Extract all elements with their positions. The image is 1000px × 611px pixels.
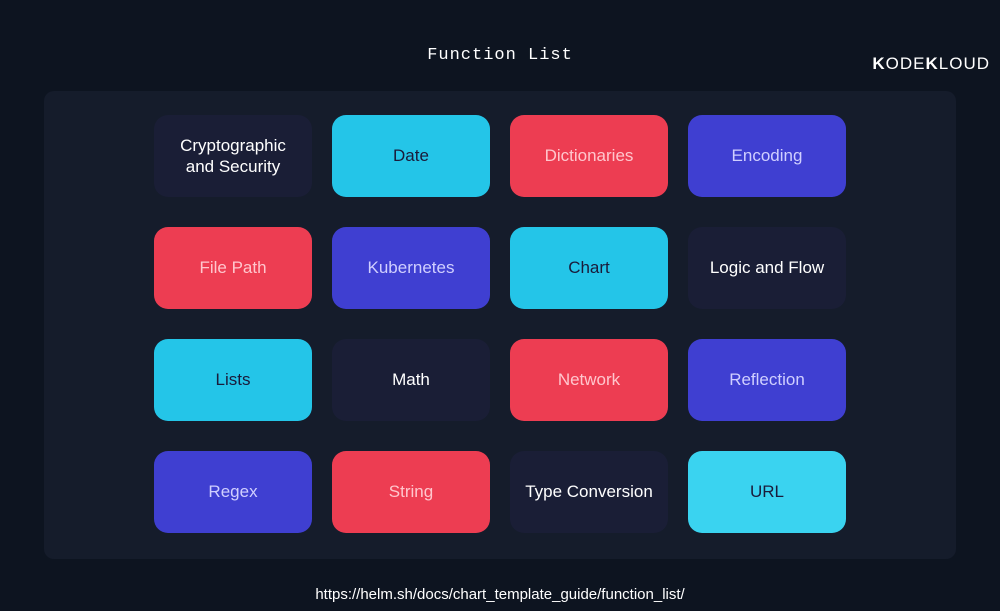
tile-label: Math <box>392 369 430 390</box>
tile-type-conversion[interactable]: Type Conversion <box>510 451 668 533</box>
brand-logo: KODEKLOUD <box>872 54 990 74</box>
tile-string[interactable]: String <box>332 451 490 533</box>
tile-label: Reflection <box>729 369 805 390</box>
tile-label: Dictionaries <box>545 145 634 166</box>
tile-label: URL <box>750 481 784 502</box>
footer-url: https://helm.sh/docs/chart_template_guid… <box>0 586 1000 603</box>
tiles-grid: Cryptographic and Security Date Dictionari… <box>154 115 846 533</box>
tile-label: Type Conversion <box>525 481 653 502</box>
tile-date[interactable]: Date <box>332 115 490 197</box>
tile-label: Logic and Flow <box>710 257 824 278</box>
tile-label: String <box>389 481 433 502</box>
tile-label: Lists <box>216 369 251 390</box>
tile-label: Cryptographic and Security <box>164 135 302 178</box>
tile-label: Regex <box>208 481 257 502</box>
tile-reflection[interactable]: Reflection <box>688 339 846 421</box>
tile-logic-and-flow[interactable]: Logic and Flow <box>688 227 846 309</box>
brand-text-part2: LOUD <box>939 54 990 73</box>
tile-label: Chart <box>568 257 610 278</box>
tile-math[interactable]: Math <box>332 339 490 421</box>
tile-label: Network <box>558 369 620 390</box>
tile-url[interactable]: URL <box>688 451 846 533</box>
tile-file-path[interactable]: File Path <box>154 227 312 309</box>
tile-cryptographic-and-security[interactable]: Cryptographic and Security <box>154 115 312 197</box>
tile-network[interactable]: Network <box>510 339 668 421</box>
brand-text-part1: ODE <box>886 54 926 73</box>
tile-chart[interactable]: Chart <box>510 227 668 309</box>
tile-label: File Path <box>199 257 266 278</box>
tile-kubernetes[interactable]: Kubernetes <box>332 227 490 309</box>
page-title: Function List <box>0 46 1000 65</box>
tiles-panel: Cryptographic and Security Date Dictionari… <box>44 91 956 559</box>
tile-label: Date <box>393 145 429 166</box>
tile-encoding[interactable]: Encoding <box>688 115 846 197</box>
tile-label: Kubernetes <box>368 257 455 278</box>
tile-lists[interactable]: Lists <box>154 339 312 421</box>
tile-dictionaries[interactable]: Dictionaries <box>510 115 668 197</box>
tile-regex[interactable]: Regex <box>154 451 312 533</box>
tile-label: Encoding <box>732 145 803 166</box>
